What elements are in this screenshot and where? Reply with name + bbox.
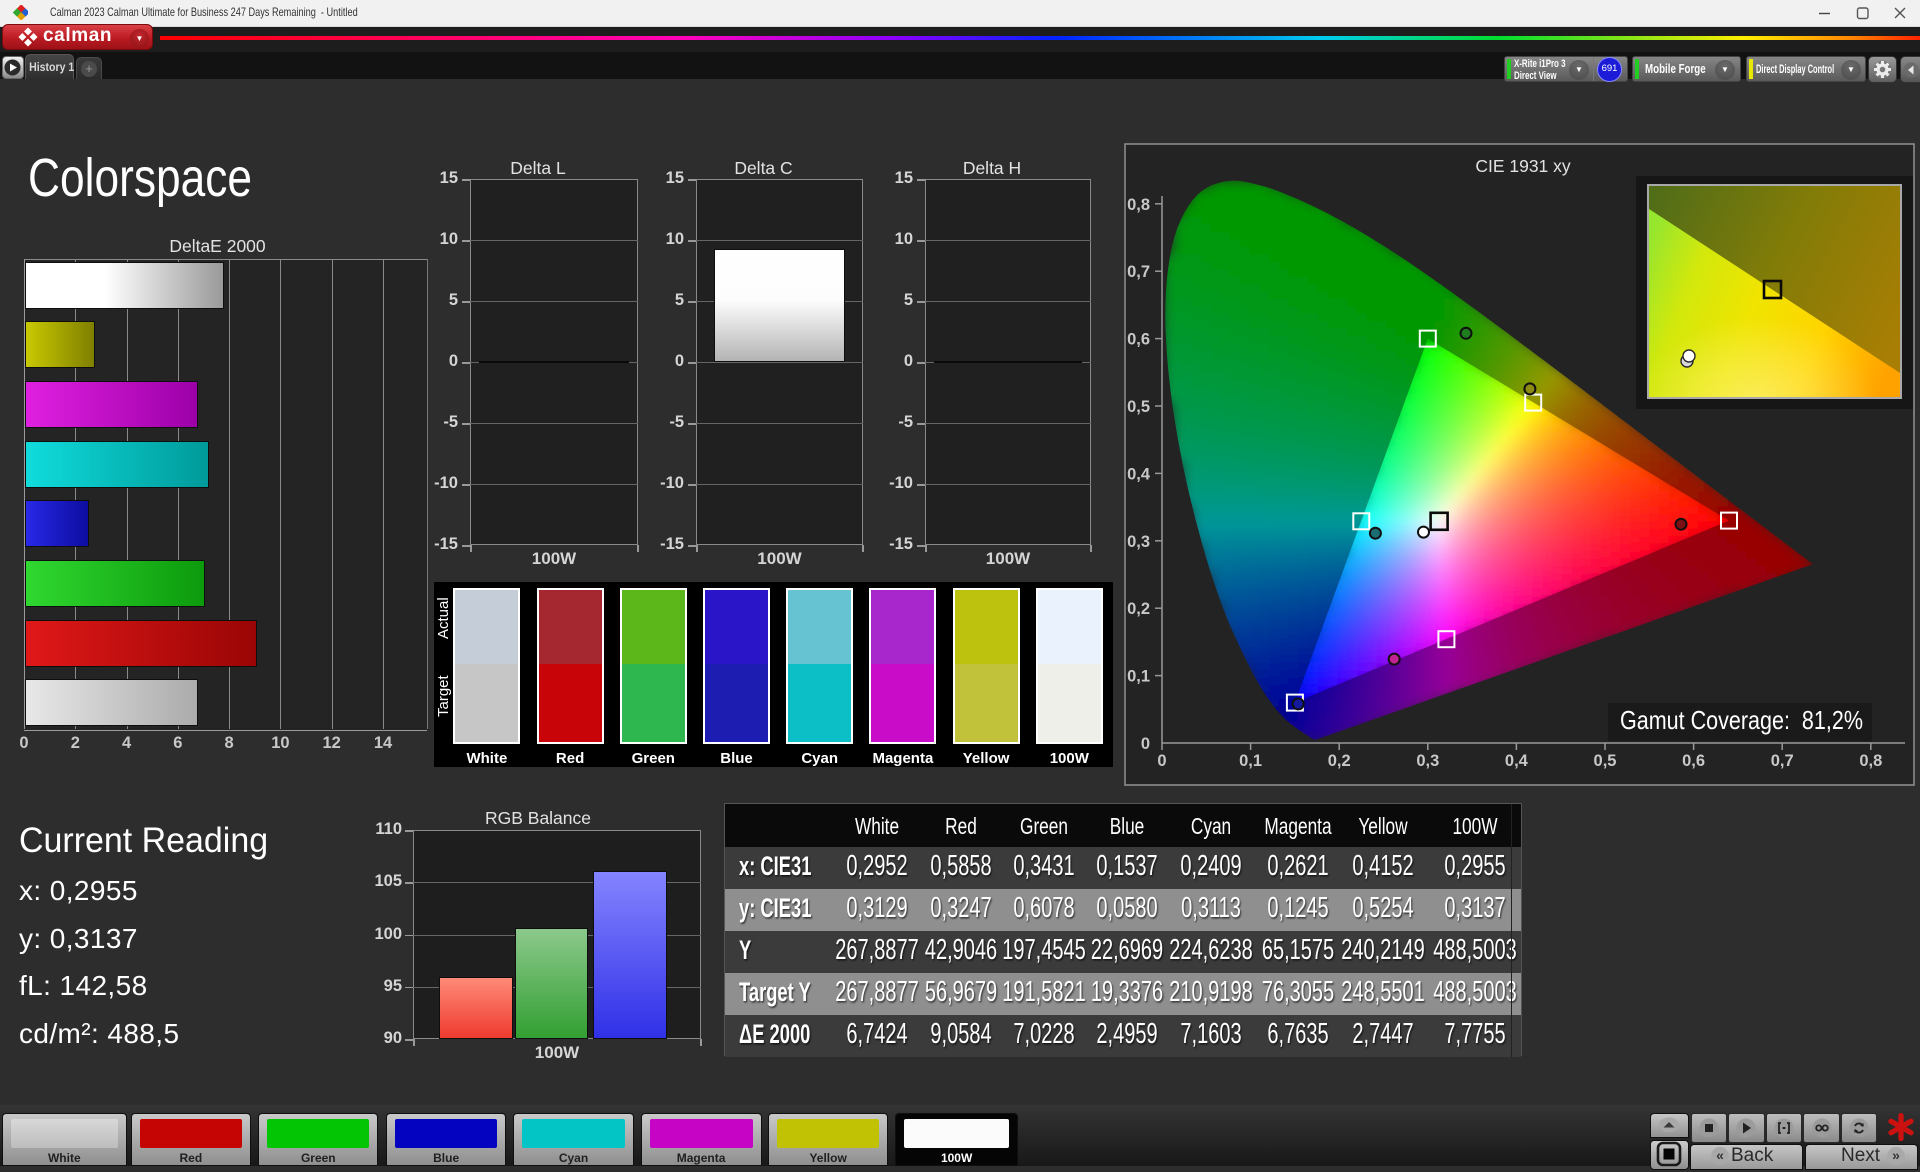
- svg-text:0,7: 0,7: [1771, 752, 1794, 770]
- svg-text:0: 0: [1141, 735, 1150, 753]
- svg-text:0,3: 0,3: [1127, 533, 1150, 551]
- svg-text:CIE 1931 xy: CIE 1931 xy: [1475, 156, 1571, 176]
- svg-text:0,8: 0,8: [1127, 196, 1150, 214]
- svg-text:0,1: 0,1: [1127, 668, 1150, 686]
- svg-text:Gamut Coverage: 81,2%: Gamut Coverage: 81,2%: [1620, 705, 1863, 735]
- svg-text:0,5: 0,5: [1594, 752, 1617, 770]
- svg-text:0,3: 0,3: [1416, 752, 1439, 770]
- svg-text:0,2: 0,2: [1328, 752, 1351, 770]
- svg-text:0,4: 0,4: [1127, 465, 1151, 483]
- svg-text:0,5: 0,5: [1127, 398, 1150, 416]
- svg-text:0,2: 0,2: [1127, 600, 1150, 618]
- svg-text:0,6: 0,6: [1682, 752, 1705, 770]
- svg-text:0,8: 0,8: [1859, 752, 1882, 770]
- svg-text:0,7: 0,7: [1127, 263, 1150, 281]
- svg-text:0,4: 0,4: [1505, 752, 1529, 770]
- svg-text:0,1: 0,1: [1239, 752, 1262, 770]
- svg-text:0,6: 0,6: [1127, 331, 1150, 349]
- svg-text:0: 0: [1157, 752, 1166, 770]
